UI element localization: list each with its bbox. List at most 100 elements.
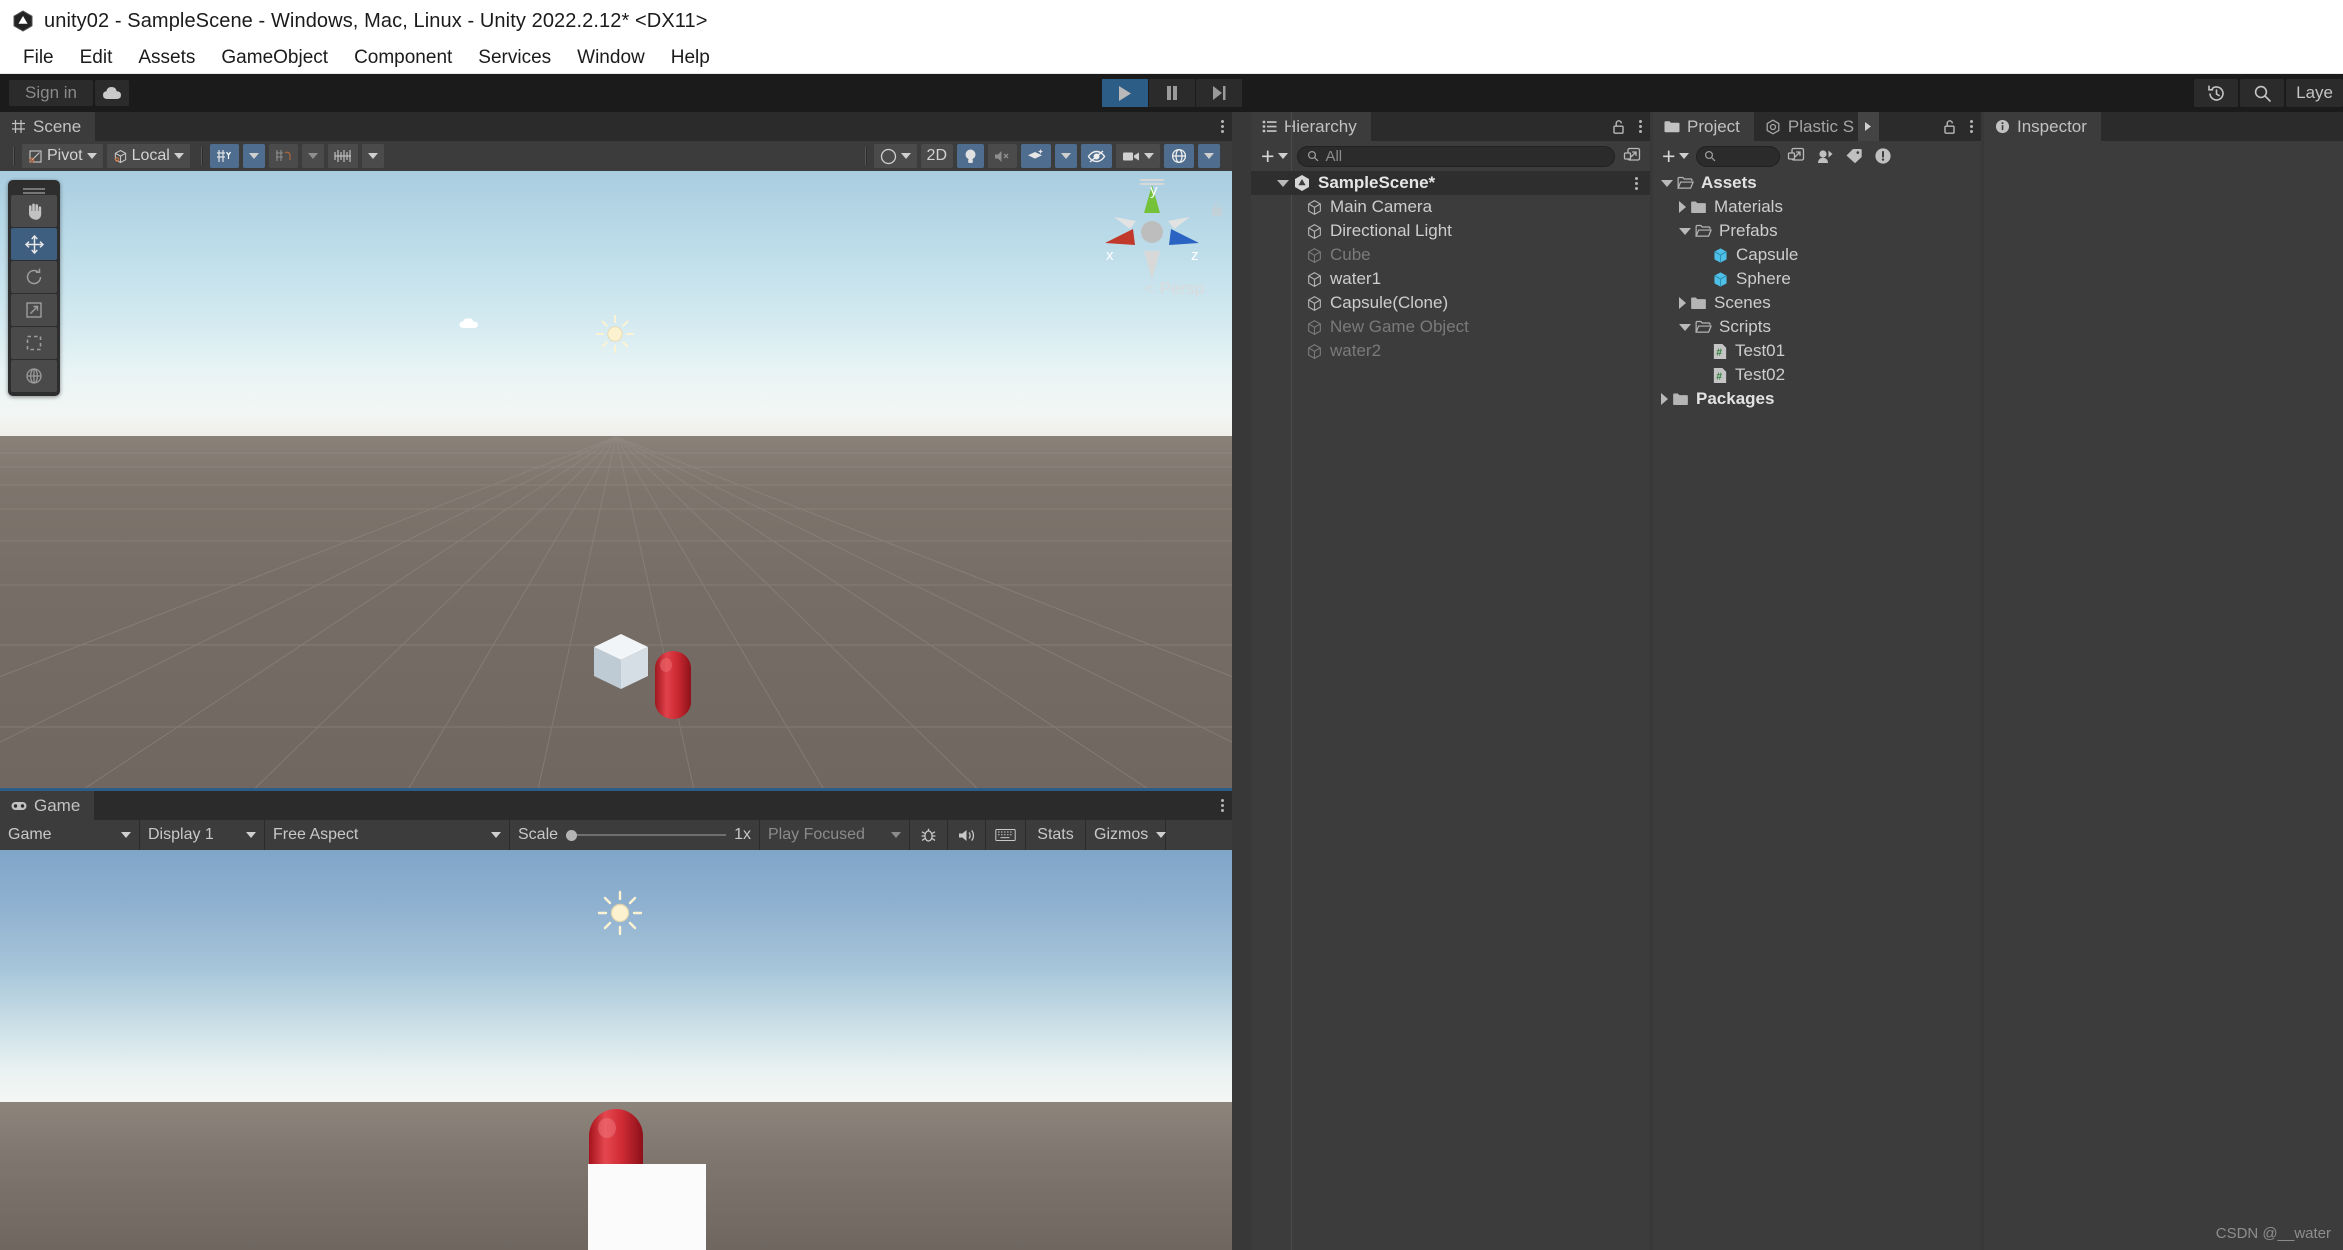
project-item-assets[interactable]: Assets [1653,171,1981,195]
gizmo-grip[interactable] [1140,179,1164,181]
scale-slider-group[interactable]: Scale 1x [510,820,760,850]
project-search-input[interactable] [1696,145,1781,167]
chevron-right-icon[interactable] [1679,297,1686,309]
menu-edit[interactable]: Edit [67,45,126,71]
create-asset-button[interactable]: + [1657,144,1694,168]
lock-open-icon[interactable] [1612,119,1626,135]
hierarchy-item-water2[interactable]: water2 [1251,339,1650,363]
hierarchy-item-directional-light[interactable]: Directional Light [1251,219,1650,243]
tab-overflow-button[interactable] [1858,112,1880,141]
project-item-test01[interactable]: # Test01 [1653,339,1981,363]
scene-lock-icon[interactable] [1210,201,1224,217]
pause-button[interactable] [1148,79,1195,107]
display-dropdown[interactable]: Display 1 [140,820,265,850]
play-button[interactable] [1101,79,1148,107]
menu-services[interactable]: Services [465,45,564,71]
game-viewport[interactable] [0,850,1232,1250]
scene-capsule-object[interactable] [651,648,695,722]
tag-icon[interactable] [1840,144,1867,168]
tab-scene[interactable]: Scene [0,112,96,141]
palette-grip[interactable] [11,183,57,195]
sign-in-button[interactable]: Sign in [9,80,93,106]
scale-tool-button[interactable] [11,294,57,326]
hierarchy-item-new-game-object[interactable]: New Game Object [1251,315,1650,339]
lock-open-icon[interactable] [1943,119,1957,135]
avatar-icon[interactable] [1811,144,1838,168]
snap-dropdown[interactable] [301,144,324,168]
grid-axis-icon[interactable] [209,144,239,168]
effects-dropdown[interactable] [1055,144,1077,168]
alert-icon[interactable] [1869,144,1896,168]
scene-viewport[interactable]: y x z < Persp [0,171,1232,788]
keyboard-icon[interactable] [986,820,1026,850]
project-menu-icon[interactable] [1966,120,1977,133]
hierarchy-item-water1[interactable]: water1 [1251,267,1650,291]
menu-gameobject[interactable]: GameObject [208,45,341,71]
hierarchy-item-samplescene[interactable]: SampleScene* [1251,171,1650,195]
tab-project[interactable]: Project [1653,112,1754,141]
hierarchy-item-main-camera[interactable]: Main Camera [1251,195,1650,219]
hierarchy-search-input[interactable]: All [1297,145,1615,167]
move-tool-button[interactable] [11,228,57,260]
tab-plastic-scm[interactable]: Plastic S [1753,112,1859,141]
ruler-icon[interactable] [327,144,358,168]
project-tree[interactable]: Assets Materials Prefabs Capsule Sphere … [1653,171,1981,1250]
hand-tool-button[interactable] [11,195,57,227]
shading-mode-dropdown[interactable] [873,144,917,168]
project-item-packages[interactable]: Packages [1653,387,1981,411]
aspect-dropdown[interactable]: Free Aspect [265,820,510,850]
scene-menu-icon[interactable] [1217,120,1228,133]
ruler-dropdown[interactable] [361,144,384,168]
chevron-right-icon[interactable] [1679,201,1686,213]
menu-assets[interactable]: Assets [125,45,208,71]
scene-cube-object[interactable] [590,629,652,695]
scene-row-menu-icon[interactable] [1631,177,1642,190]
snap-magnet-icon[interactable] [268,144,298,168]
game-menu-icon[interactable] [1217,799,1228,812]
scale-slider[interactable] [566,829,727,841]
handle-space-dropdown[interactable]: Local [106,144,190,168]
tab-game[interactable]: Game [0,791,95,820]
add-gameobject-button[interactable]: + [1256,144,1293,168]
step-button[interactable] [1195,79,1242,107]
project-item-scripts[interactable]: Scripts [1653,315,1981,339]
tab-hierarchy[interactable]: Hierarchy [1251,112,1371,141]
hierarchy-item-capsule-clone[interactable]: Capsule(Clone) [1251,291,1650,315]
cloud-icon[interactable] [94,80,129,106]
play-focus-dropdown[interactable]: Play Focused [760,820,910,850]
project-item-capsule[interactable]: Capsule [1653,243,1981,267]
menu-window[interactable]: Window [564,45,658,71]
audio-muted-icon[interactable] [988,144,1017,168]
search-icon[interactable] [2240,79,2285,107]
chevron-down-icon[interactable] [1679,323,1691,331]
gizmos-dropdown-game[interactable]: Gizmos [1086,820,1167,850]
expand-window-icon[interactable] [1782,144,1809,168]
history-icon[interactable] [2194,79,2239,107]
project-item-materials[interactable]: Materials [1653,195,1981,219]
grid-dropdown[interactable] [242,144,265,168]
stats-button[interactable]: Stats [1026,820,1086,850]
chevron-down-icon[interactable] [1661,179,1673,187]
scene-camera-dropdown[interactable] [1116,144,1160,168]
gizmos-globe-icon[interactable] [1164,144,1194,168]
chevron-down-icon[interactable] [1277,179,1289,187]
projection-mode-label[interactable]: < Persp [1145,279,1204,299]
chevron-right-icon[interactable] [1661,393,1668,405]
rect-tool-button[interactable] [11,327,57,359]
game-view-dropdown[interactable]: Game [0,820,140,850]
project-item-prefabs[interactable]: Prefabs [1653,219,1981,243]
hierarchy-menu-icon[interactable] [1635,120,1646,133]
eye-off-icon[interactable] [1081,144,1112,168]
menu-help[interactable]: Help [658,45,723,71]
layers-dropdown[interactable]: Laye [2286,79,2343,107]
hierarchy-tree[interactable]: SampleScene* Main Camera Directional Lig… [1251,112,1650,1250]
speaker-icon[interactable] [948,820,986,850]
lightbulb-icon[interactable] [957,144,984,168]
project-item-test02[interactable]: # Test02 [1653,363,1981,387]
transform-tool-button[interactable] [11,360,57,392]
menu-component[interactable]: Component [341,45,465,71]
tab-inspector[interactable]: Inspector [1984,112,2101,141]
effects-icon[interactable] [1021,144,1051,168]
pivot-dropdown[interactable]: Pivot [22,144,103,168]
hierarchy-item-cube[interactable]: Cube [1251,243,1650,267]
